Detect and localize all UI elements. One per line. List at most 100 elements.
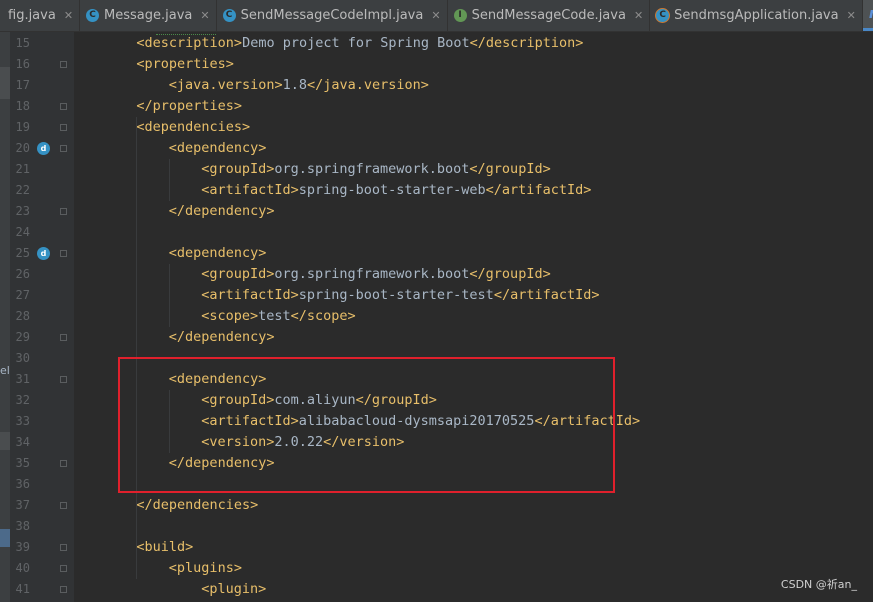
editor-tab[interactable]: C SendMessageCodeImpl.java ✕: [217, 0, 448, 31]
line-number: 36: [15, 477, 30, 491]
tab-label: Message.java: [104, 8, 193, 23]
highlight-annotation-box: [118, 357, 615, 493]
close-icon[interactable]: ✕: [200, 9, 209, 22]
editor-tab[interactable]: mpom.xm: [862, 0, 873, 31]
line-number: 21: [15, 162, 30, 176]
line-number: 22: [15, 183, 30, 197]
xml-tag: <dependencies>: [136, 119, 251, 135]
line-number: 15: [15, 36, 30, 50]
spring-app-class-icon: C: [656, 9, 670, 22]
fold-toggle-icon[interactable]: [60, 544, 67, 551]
fold-toggle-icon[interactable]: [60, 460, 67, 467]
fold-toggle-icon[interactable]: [60, 250, 67, 257]
strip-marker: [0, 529, 10, 547]
line-number: 39: [15, 540, 30, 554]
xml-text: spring-boot-starter-test: [298, 287, 494, 303]
line-number: 30: [15, 351, 30, 365]
code-line: </dependencies>: [136, 495, 258, 516]
xml-tag: <dependency>: [168, 245, 267, 261]
fold-toggle-icon[interactable]: [60, 376, 67, 383]
code-line: <dependency>: [169, 243, 267, 264]
xml-tag: <description>: [136, 35, 243, 51]
tab-label: SendmsgApplication.java: [674, 8, 839, 23]
close-icon[interactable]: ✕: [64, 9, 73, 22]
indent-guide: [168, 159, 170, 201]
tab-label: SendMessageCode.java: [471, 8, 626, 23]
editor-tab[interactable]: C Message.java ✕: [80, 0, 217, 31]
xml-tag: </groupId>: [469, 161, 551, 177]
fold-toggle-icon[interactable]: [60, 334, 67, 341]
line-number-gutter: 15 16 17 18 19 20 d 21 22 23 24 25 d 26 27 28 29 30 31 32 33…: [10, 32, 74, 602]
java-class-icon: C: [222, 9, 236, 22]
xml-tag: <groupId>: [201, 266, 275, 282]
strip-marker: [0, 67, 10, 99]
xml-text: Demo project for Spring Boot: [242, 35, 470, 51]
xml-tag: </artifactId>: [485, 182, 592, 198]
line-number: 17: [15, 78, 30, 92]
fold-toggle-icon[interactable]: [60, 586, 67, 593]
line-number: 26: [15, 267, 30, 281]
close-icon[interactable]: ✕: [431, 9, 440, 22]
fold-toggle-icon[interactable]: [60, 61, 67, 68]
xml-text: org.springframework.boot: [274, 266, 470, 282]
line-number: 31: [15, 372, 30, 386]
editor-tab[interactable]: I SendMessageCode.java ✕: [448, 0, 651, 31]
line-number: 38: [15, 519, 30, 533]
maven-icon: m: [869, 7, 873, 21]
fold-toggle-icon[interactable]: [60, 208, 67, 215]
line-number: 37: [15, 498, 30, 512]
indent-guide: [136, 117, 138, 579]
xml-tag: </description>: [469, 35, 584, 51]
xml-tag: </dependencies>: [136, 497, 259, 513]
xml-tag: <artifactId>: [201, 287, 299, 303]
editor-tab[interactable]: fig.java ✕: [0, 0, 81, 31]
close-icon[interactable]: ✕: [634, 9, 643, 22]
xml-text: test: [258, 308, 291, 324]
xml-tag: </groupId>: [469, 266, 551, 282]
line-number: 24: [15, 225, 30, 239]
xml-tag: </dependency>: [168, 203, 275, 219]
code-line: </properties>: [136, 96, 242, 117]
code-line: </dependency>: [169, 201, 275, 222]
code-line: <dependency>: [169, 138, 267, 159]
fold-toggle-icon[interactable]: [60, 103, 67, 110]
code-line: <groupId>org.springframework.boot</group…: [201, 159, 551, 180]
left-tool-strip: el: [0, 32, 10, 602]
code-line: </dependency>: [169, 327, 275, 348]
code-line: <artifactId>spring-boot-starter-test</ar…: [201, 285, 599, 306]
line-number: 27: [15, 288, 30, 302]
code-editor[interactable]: <description>Demo project for Spring Boo…: [74, 32, 873, 602]
editor-tab[interactable]: C SendmsgApplication.java ✕: [650, 0, 863, 31]
strip-marker: [0, 432, 10, 450]
fold-toggle-icon[interactable]: [60, 502, 67, 509]
fold-toggle-icon[interactable]: [60, 145, 67, 152]
code-line: <artifactId>spring-boot-starter-web</art…: [201, 180, 591, 201]
java-class-icon: C: [86, 9, 100, 22]
fold-toggle-icon[interactable]: [60, 124, 67, 131]
line-number: 28: [15, 309, 30, 323]
line-number: 23: [15, 204, 30, 218]
line-number: 16: [15, 57, 30, 71]
xml-tag: </java.version>: [306, 77, 429, 93]
fold-toggle-icon[interactable]: [60, 565, 67, 572]
strip-label: el: [0, 364, 10, 377]
xml-tag: <scope>: [201, 308, 259, 324]
line-number: 25: [15, 246, 30, 260]
xml-tag: </dependency>: [168, 329, 275, 345]
line-number: 32: [15, 393, 30, 407]
xml-text: org.springframework.boot: [274, 161, 470, 177]
line-number: 33: [15, 414, 30, 428]
tab-label: fig.java: [8, 8, 56, 23]
code-line: <build>: [136, 537, 193, 558]
line-number: 19: [15, 120, 30, 134]
close-icon[interactable]: ✕: [847, 9, 856, 22]
xml-tag: <java.version>: [168, 77, 283, 93]
code-line: <groupId>org.springframework.boot</group…: [201, 264, 551, 285]
xml-tag: <dependency>: [168, 140, 267, 156]
line-number: 18: [15, 99, 30, 113]
maven-dependency-icon[interactable]: d: [37, 247, 50, 260]
watermark: CSDN @祈an_: [780, 578, 857, 591]
line-number: 29: [15, 330, 30, 344]
maven-dependency-icon[interactable]: d: [37, 142, 50, 155]
tab-label: SendMessageCodeImpl.java: [240, 8, 424, 23]
